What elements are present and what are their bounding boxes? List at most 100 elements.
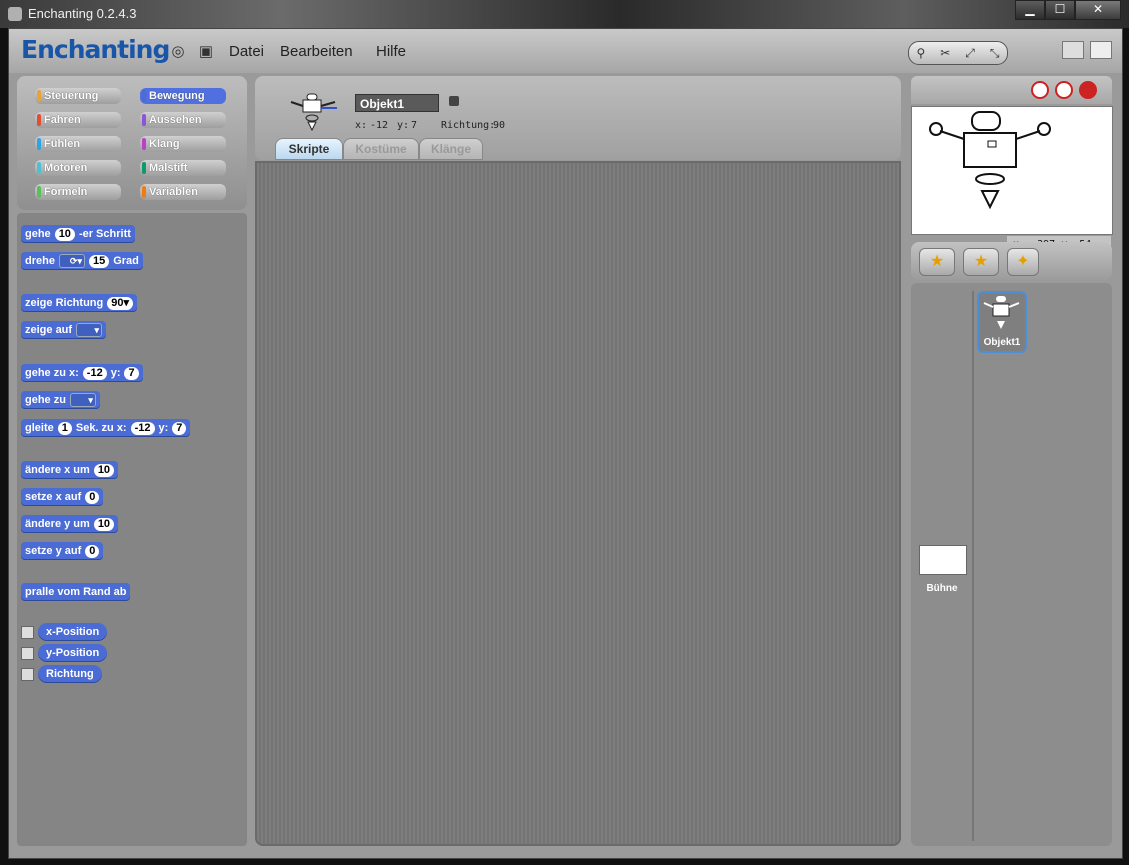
sprite-tools-group: ⚲ ✂ ⤢ ⤡ [908,41,1008,65]
block-input[interactable]: 7 [124,366,139,380]
x-position-checkbox[interactable] [21,626,34,639]
block-move[interactable]: gehe 10 -er Schritt [21,225,135,243]
menu-hilfe[interactable]: Hilfe [376,43,406,60]
block-set-x[interactable]: setze x auf 0 [21,488,104,506]
reporter-y-position[interactable]: y-Position [38,644,108,662]
choose-sprite-icon[interactable]: ★ [963,248,999,276]
category-malstift[interactable]: Malstift [140,160,226,176]
category-aussehen[interactable]: Aussehen [140,112,226,128]
category-motoren[interactable]: Motoren [35,160,121,176]
window-titlebar: Enchanting 0.2.4.3 ▁ ☐ ✕ [0,0,1129,28]
divider [972,291,974,841]
block-input[interactable]: 90▾ [107,296,134,310]
reporter-x-position[interactable]: x-Position [38,623,108,641]
block-input[interactable]: -12 [82,366,107,380]
upload-icon[interactable] [1055,81,1073,99]
scripts-area[interactable] [255,161,901,846]
stage-robot-sprite [929,111,1051,210]
sprite-x-value: -12 [370,120,389,131]
stage-thumbnail-label: Bühne [926,583,958,594]
block-glide[interactable]: gleite 1 Sek. zu x: -12 y: 7 [21,419,191,437]
app-logo: Enchanting [21,35,170,64]
sprite-x-label: x: [355,120,368,131]
block-input[interactable]: -12 [130,421,155,435]
category-steuerung[interactable]: Steuerung [35,88,121,104]
block-point-direction[interactable]: zeige Richtung 90▾ [21,294,138,312]
block-label: drehe [25,255,55,267]
green-flag-icon[interactable] [1031,81,1049,99]
app-frame: Enchanting ◎ ▣ Datei Bearbeiten Hilfe ⚲ … [8,28,1123,859]
minimize-button[interactable]: ▁ [1015,0,1045,20]
category-formeln[interactable]: Formeln [35,184,121,200]
block-change-y[interactable]: ändere y um 10 [21,515,119,533]
tab-klaenge[interactable]: Klänge [419,138,483,160]
stage[interactable] [911,106,1113,235]
sprite-thumbnail[interactable]: Objekt1 [977,291,1027,353]
block-bounce[interactable]: pralle vom Rand ab [21,583,131,601]
block-turn[interactable]: drehe ⟳▾ 15 Grad [21,252,143,270]
category-bewegung[interactable]: Bewegung [140,88,226,104]
block-label: gehe [25,228,51,240]
category-variablen[interactable]: Variablen [140,184,226,200]
block-input[interactable]: 0 [85,544,100,558]
sprite-direction-label: Richtung: [441,120,496,131]
small-stage-mode-icon[interactable] [1062,41,1084,59]
reporter-direction[interactable]: Richtung [38,665,102,683]
block-label: zeige auf [25,324,73,336]
y-position-checkbox[interactable] [21,647,34,660]
random-sprite-icon[interactable]: ✦ [1007,248,1039,276]
direction-checkbox[interactable] [21,668,34,681]
block-label: setze y auf [25,545,82,557]
normal-stage-mode-icon[interactable] [1090,41,1112,59]
block-set-y[interactable]: setze y auf 0 [21,542,104,560]
block-label: setze x auf [25,491,82,503]
save-icon[interactable]: ▣ [198,44,214,60]
category-klang[interactable]: Klang [140,136,226,152]
globe-icon[interactable]: ◎ [170,44,186,60]
grow-icon[interactable]: ⤢ [965,46,975,61]
block-label: gehe zu x: [25,367,79,379]
block-input[interactable]: 7 [172,421,187,435]
rotate-dropdown[interactable]: ⟳▾ [58,254,85,268]
maximize-button[interactable]: ☐ [1045,0,1075,20]
block-point-towards[interactable]: zeige auf ▾ [21,321,107,339]
category-panel: Steuerung Bewegung Fahren Aussehen Fühle… [17,76,247,210]
block-input[interactable]: 10 [54,227,75,241]
menu-datei[interactable]: Datei [229,43,264,60]
app-icon [8,7,22,21]
target-dropdown[interactable]: ▾ [69,393,96,407]
sprite-y-label: y: [397,120,410,131]
scissors-icon[interactable]: ✂ [940,46,950,60]
tab-kostueme[interactable]: Kostüme [343,138,419,160]
shrink-icon[interactable]: ⤡ [990,46,1000,61]
paint-new-sprite-icon[interactable]: ★ [919,248,955,276]
stage-thumbnail[interactable] [919,545,967,575]
sprite-name-field[interactable]: Objekt1 [355,94,439,112]
sprite-robot-icon [290,93,337,132]
block-input[interactable]: 10 [93,517,115,531]
category-fahren[interactable]: Fahren [35,112,121,128]
block-input[interactable]: 0 [85,490,100,504]
block-goto-xy[interactable]: gehe zu x: -12 y: 7 [21,364,143,382]
block-label: ändere x um [25,464,90,476]
block-change-x[interactable]: ändere x um 10 [21,461,119,479]
menu-bearbeiten[interactable]: Bearbeiten [280,43,353,60]
close-button[interactable]: ✕ [1075,0,1121,20]
block-label: pralle vom Rand ab [25,586,127,598]
stop-icon[interactable] [1079,81,1097,99]
block-goto[interactable]: gehe zu ▾ [21,391,100,409]
new-sprite-toolbar: ★ ★ ✦ [911,242,1112,280]
target-dropdown[interactable]: ▾ [76,323,103,337]
block-label: -er Schritt [78,228,131,240]
sprite-direction-value: 90 [493,120,506,131]
block-input[interactable]: 10 [93,463,115,477]
lock-icon[interactable] [449,96,459,106]
block-label: y: [158,422,169,434]
sprite-y-value: 7 [411,120,418,131]
window-title: Enchanting 0.2.4.3 [28,6,137,21]
tab-skripte[interactable]: Skripte [275,138,343,160]
category-fuehlen[interactable]: Fühlen [35,136,121,152]
block-input[interactable]: 1 [57,421,72,435]
stamp-icon[interactable]: ⚲ [916,46,925,60]
block-input[interactable]: 15 [88,254,110,268]
